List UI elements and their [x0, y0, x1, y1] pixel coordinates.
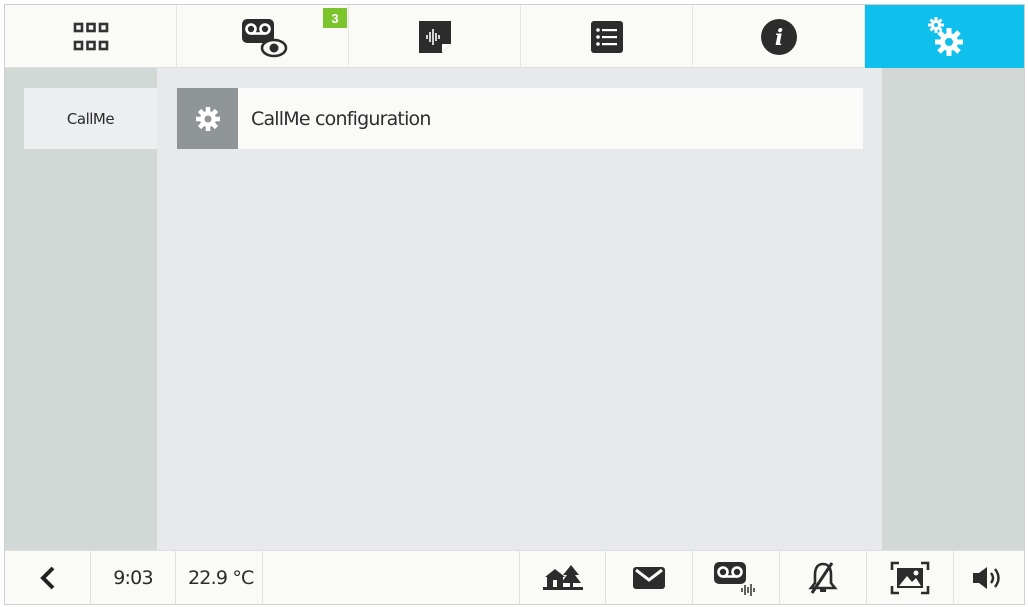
tab-apps[interactable] [5, 5, 177, 68]
time-text: 9:03 [113, 567, 153, 589]
temperature-text: 22.9 °C [188, 567, 254, 589]
tab-recordings[interactable]: 3 [177, 5, 349, 68]
image-frame-icon [890, 561, 930, 595]
right-panel [882, 68, 1024, 550]
volume-button[interactable] [954, 551, 1024, 605]
home-tree-icon [542, 565, 583, 590]
grid-icon [73, 22, 108, 50]
left-panel: CallMe [5, 68, 157, 550]
info-icon: i [760, 18, 797, 55]
voicemail-audio-icon [714, 562, 755, 596]
bell-off-icon [808, 562, 838, 594]
sidebar-item-callme[interactable]: CallMe [24, 88, 157, 149]
callme-configuration-item[interactable]: CallMe configuration [177, 88, 863, 149]
gears-icon [927, 16, 963, 56]
recordings-count-badge: 3 [323, 8, 347, 28]
voicemail-eye-icon [241, 18, 287, 57]
sidebar-item-label: CallMe [66, 109, 115, 128]
list-icon [590, 20, 623, 53]
tab-list[interactable] [521, 5, 693, 68]
voicemail-button[interactable] [693, 551, 780, 605]
top-tab-bar: 3 i [5, 5, 1024, 68]
tab-info[interactable]: i [693, 5, 865, 68]
status-spacer [263, 551, 520, 605]
gallery-button[interactable] [867, 551, 954, 605]
clock: 9:03 [91, 551, 176, 605]
chevron-left-icon [39, 566, 54, 590]
tab-settings[interactable] [865, 5, 1024, 68]
callme-configuration-label: CallMe configuration [251, 107, 431, 130]
gear-icon-box [177, 88, 238, 149]
home-button[interactable] [520, 551, 606, 605]
temperature: 22.9 °C [176, 551, 263, 605]
bottom-status-bar: 9:03 22.9 °C [5, 550, 1024, 605]
messages-button[interactable] [606, 551, 693, 605]
tab-audio-notes[interactable] [349, 5, 521, 68]
svg-text:i: i [774, 25, 782, 51]
speaker-icon [973, 567, 1000, 589]
back-button[interactable] [5, 551, 91, 605]
envelope-icon [633, 567, 665, 589]
mute-bell-button[interactable] [780, 551, 867, 605]
gear-icon [195, 106, 220, 131]
app-frame: 3 i CallMe CallMe configuration 9:03 22.… [4, 4, 1025, 605]
audio-note-icon [418, 20, 451, 53]
